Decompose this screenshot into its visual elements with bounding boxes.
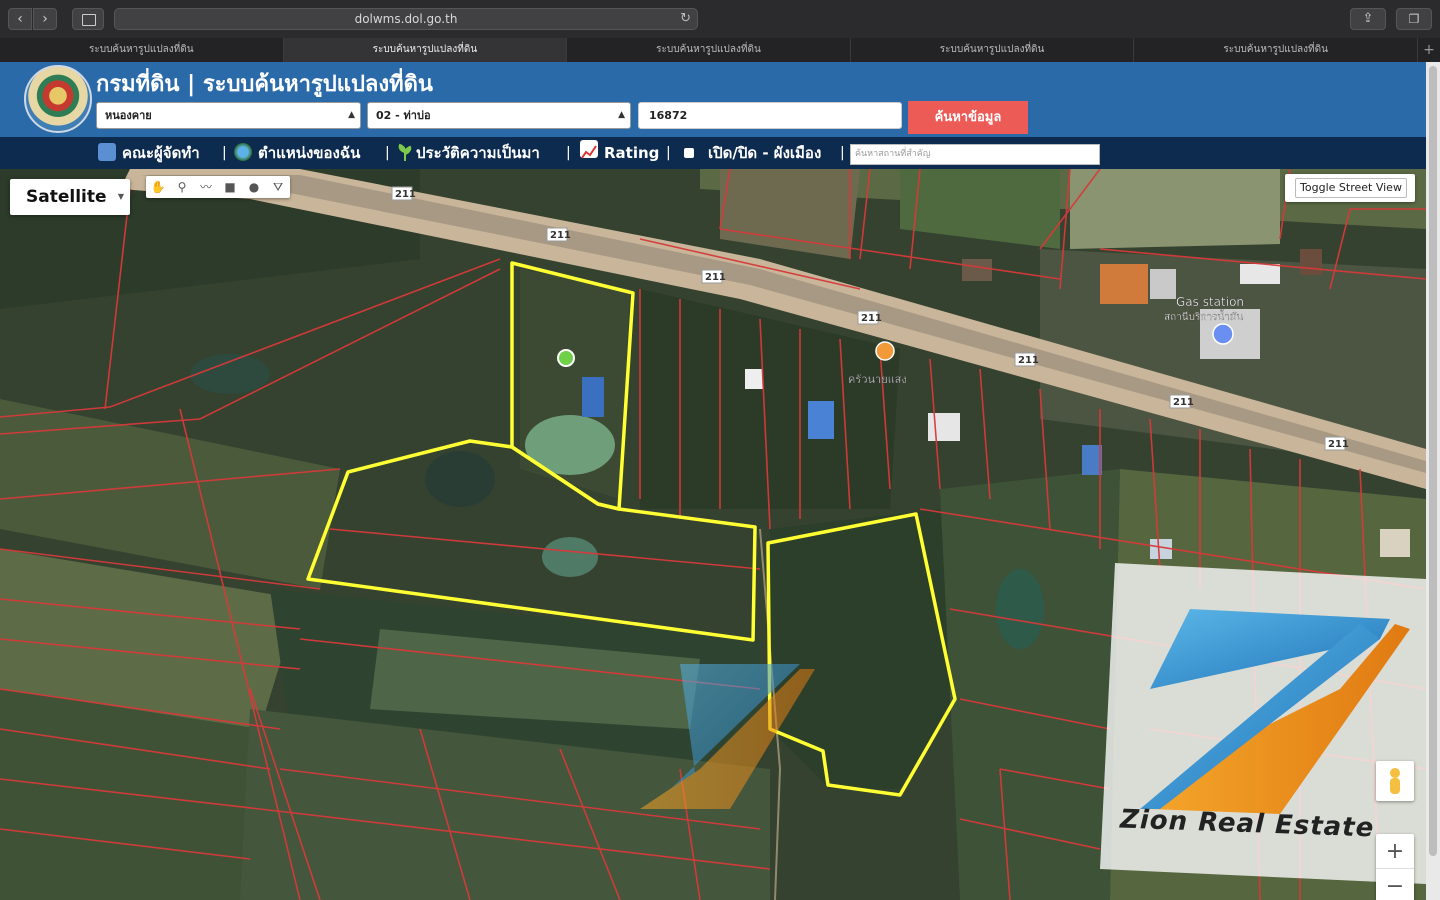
toggle-street-view-button[interactable]: Toggle Street View [1285, 174, 1415, 202]
url-text: dolwms.dol.go.th [354, 12, 458, 26]
city-plan-label: เปิด/ปิด - ผังเมือง [708, 144, 822, 162]
select-arrows-icon: ▲ [348, 110, 355, 120]
search-button[interactable]: ค้นหาข้อมูล [908, 101, 1028, 134]
team-icon [98, 143, 116, 161]
map-type-select[interactable]: Satellite ▼ [10, 179, 130, 215]
organizers-label: คณะผู้จัดทำ [122, 144, 200, 162]
pegman-icon[interactable] [1376, 761, 1414, 801]
my-location-label: ตำแหน่งของฉัน [258, 144, 361, 162]
polygon-tool-icon[interactable]: ⛛ [266, 176, 290, 198]
sprout-icon [398, 140, 412, 161]
zoom-in-button[interactable]: + [1376, 834, 1414, 869]
marker-tool-icon[interactable]: ⚲ [170, 176, 194, 198]
address-bar[interactable]: dolwms.dol.go.th ↻ [114, 8, 698, 30]
new-tab-button[interactable]: + [1418, 38, 1440, 62]
gas-station-sublabel: สถานีบริการน้ำมัน [1164, 309, 1243, 323]
road-label: 211 [705, 272, 726, 283]
scrollbar-thumb[interactable] [1429, 66, 1437, 856]
organizers-link[interactable]: คณะผู้จัดทำ [98, 137, 200, 169]
road-label: 211 [861, 313, 882, 324]
city-plan-checkbox[interactable] [684, 148, 694, 158]
browser-tab-active[interactable]: ระบบค้นหารูปแปลงที่ดิน [283, 38, 568, 62]
city-plan-toggle[interactable]: เปิด/ปิด - ผังเมือง [684, 137, 821, 169]
forward-button[interactable]: › [33, 8, 57, 30]
history-link[interactable]: ประวัติความเป็นมา [398, 137, 540, 169]
globe-icon [234, 143, 252, 161]
divider: | [222, 145, 227, 161]
road-label: 211 [550, 230, 571, 241]
tab-overview-button[interactable]: ❐ [1396, 8, 1432, 30]
my-location-link[interactable]: ตำแหน่งของฉัน [234, 137, 360, 169]
satellite-map[interactable]: 211 211 211 211 211 211 211 ครัวนายแสง G… [0, 169, 1426, 900]
site-header: กรมที่ดิน | ระบบค้นหารูปแปลงที่ดิน หนองค… [0, 62, 1426, 137]
place-search-input[interactable]: ค้นหาสถานที่สำคัญ [850, 144, 1100, 165]
main-toolbar: คณะผู้จัดทำ | ตำแหน่งของฉัน | ประวัติควา… [0, 137, 1426, 169]
rectangle-tool-icon[interactable]: ■ [218, 176, 242, 198]
district-select[interactable]: 02 - ท่าบ่อ ▲ [367, 102, 631, 129]
parcel-number-input[interactable]: 16872 [638, 102, 902, 129]
road-label: 211 [1328, 439, 1349, 450]
share-button[interactable]: ⇪ [1350, 8, 1386, 30]
drawing-toolbar: ✋ ⚲ 〰 ■ ● ⛛ [146, 176, 290, 198]
page-scrollbar[interactable] [1426, 62, 1440, 900]
polyline-tool-icon[interactable]: 〰 [194, 176, 218, 198]
divider: | [385, 145, 390, 161]
gas-station-marker-icon[interactable] [1212, 323, 1234, 345]
province-select[interactable]: หนองคาย ▲ [96, 102, 361, 129]
zoom-control: + − [1376, 834, 1414, 900]
location-marker-icon[interactable] [557, 349, 575, 367]
page-title: กรมที่ดิน | ระบบค้นหารูปแปลงที่ดิน [96, 72, 433, 97]
browser-tab[interactable]: ระบบค้นหารูปแปลงที่ดิน [851, 38, 1135, 62]
dropdown-arrow-icon: ▼ [117, 192, 124, 201]
road-label: 211 [1018, 355, 1039, 366]
tab-bar: ระบบค้นหารูปแปลงที่ดิน ระบบค้นหารูปแปลงท… [0, 38, 1440, 62]
province-value: หนองคาย [105, 109, 152, 122]
sidebar-toggle-button[interactable] [72, 8, 104, 30]
browser-tab[interactable]: ระบบค้นหารูปแปลงที่ดิน [567, 38, 851, 62]
shop-label: ครัวนายแสง [848, 373, 907, 386]
map-canvas[interactable]: 211 211 211 211 211 211 211 ครัวนายแสง G… [0, 169, 1426, 900]
browser-tab[interactable]: ระบบค้นหารูปแปลงที่ดิน [0, 38, 284, 62]
zoom-out-button[interactable]: − [1376, 869, 1414, 900]
back-button[interactable]: ‹ [8, 8, 32, 30]
restaurant-marker-icon[interactable] [875, 341, 895, 361]
select-arrows-icon: ▲ [618, 110, 625, 120]
history-label: ประวัติความเป็นมา [416, 144, 540, 162]
circle-tool-icon[interactable]: ● [242, 176, 266, 198]
divider: | [840, 145, 845, 161]
chart-icon [580, 140, 598, 159]
rating-label: Rating [604, 144, 660, 162]
road-label: 211 [395, 189, 416, 200]
hand-tool-icon[interactable]: ✋ [146, 176, 170, 198]
road-label: 211 [1173, 397, 1194, 408]
street-view-label: Toggle Street View [1295, 178, 1407, 198]
rating-link[interactable]: Rating [580, 137, 659, 169]
divider: | [666, 145, 671, 161]
browser-chrome: ‹ › dolwms.dol.go.th ↻ ⇪ ❐ [0, 0, 1440, 38]
gas-station-label: Gas station [1176, 295, 1244, 309]
district-value: 02 - ท่าบ่อ [376, 109, 431, 122]
divider: | [566, 145, 571, 161]
browser-tab[interactable]: ระบบค้นหารูปแปลงที่ดิน [1134, 38, 1418, 62]
reload-icon[interactable]: ↻ [680, 9, 691, 29]
department-emblem-logo [24, 65, 92, 133]
map-type-value: Satellite [26, 187, 107, 207]
